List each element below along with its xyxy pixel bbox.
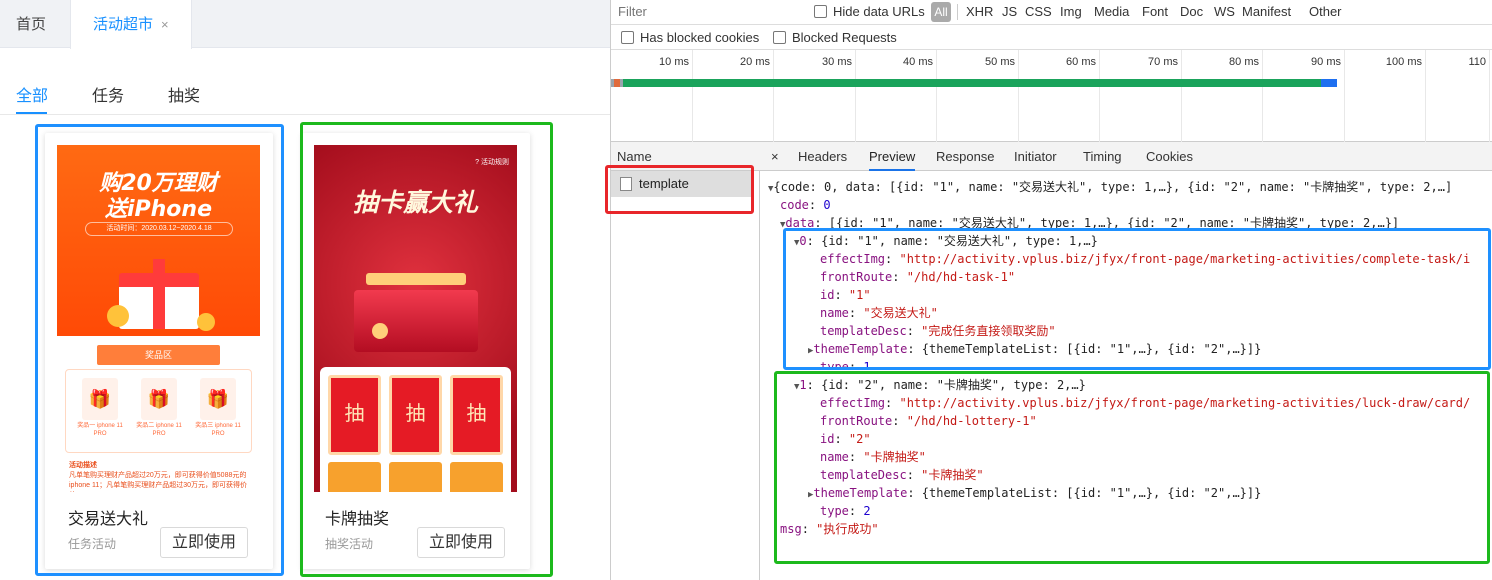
timeline-tick: 60 ms (1066, 50, 1100, 143)
tab-home[interactable]: 首页 (0, 0, 62, 48)
tab-response[interactable]: Response (936, 142, 995, 171)
has-blocked-cookies-checkbox[interactable] (621, 31, 634, 44)
tick-label: 100 ms (1385, 56, 1422, 68)
filter-xhr[interactable]: XHR (966, 4, 993, 19)
has-blocked-cookies-label: Has blocked cookies (640, 30, 760, 45)
tick-label: 40 ms (903, 56, 933, 68)
tab-headers[interactable]: Headers (798, 142, 847, 171)
tick-label: 50 ms (985, 56, 1015, 68)
highlight-green (774, 371, 1490, 564)
json-code-row: code: 0 (780, 198, 831, 212)
filter-ws[interactable]: WS (1214, 4, 1235, 19)
timeline-bar-stalled (614, 79, 620, 87)
filter-img[interactable]: Img (1060, 4, 1082, 19)
timeline-tick: 110 (1468, 50, 1490, 143)
timeline-tick: 50 ms (985, 50, 1019, 143)
tab-activity-market[interactable]: 活动超市 × (70, 0, 192, 49)
filter-all[interactable]: All (931, 2, 951, 22)
json-root-row[interactable]: ▼{code: 0, data: [{id: "1", name: "交易送大礼… (768, 178, 1452, 198)
highlight-green (300, 122, 553, 577)
filter-css[interactable]: CSS (1025, 4, 1052, 19)
timeline-tick: 30 ms (822, 50, 856, 143)
tab-preview[interactable]: Preview (869, 142, 916, 171)
filter-doc[interactable]: Doc (1180, 4, 1203, 19)
timeline-bar-download (1321, 79, 1337, 87)
timeline-overview[interactable]: 10 ms 20 ms 30 ms 40 ms 50 ms 60 ms 70 m… (611, 49, 1492, 143)
tick-label: 110 (1468, 56, 1486, 68)
hide-data-urls-label: Hide data URLs (833, 4, 925, 19)
tick-label: 90 ms (1311, 56, 1341, 68)
top-tab-bar: 首页 活动超市 × (0, 0, 610, 49)
filter-font[interactable]: Font (1142, 4, 1168, 19)
blocked-requests-label: Blocked Requests (792, 30, 897, 45)
filter-js[interactable]: JS (1002, 4, 1017, 19)
subtab-task[interactable]: 任务 (92, 82, 124, 106)
tab-activity-market-label: 活动超市 (93, 16, 154, 33)
timeline-tick: 80 ms (1229, 50, 1263, 143)
json-value: 0 (823, 198, 831, 212)
subtab-lottery[interactable]: 抽奖 (168, 82, 200, 106)
divider (0, 114, 610, 115)
filter-media[interactable]: Media (1094, 4, 1129, 19)
tick-label: 20 ms (740, 56, 770, 68)
activity-market-panel: 首页 活动超市 × 全部 任务 抽奖 购20万理财 送iPhone 活动时间：20… (0, 0, 611, 580)
tab-timing[interactable]: Timing (1083, 142, 1122, 171)
tick-label: 30 ms (822, 56, 852, 68)
hide-data-urls-checkbox[interactable] (814, 5, 827, 18)
timeline-tick: 70 ms (1148, 50, 1182, 143)
tick-label: 70 ms (1148, 56, 1178, 68)
json-root: {code: 0, data: [{id: "1", name: "交易送大礼"… (773, 180, 1453, 194)
tick-label: 80 ms (1229, 56, 1259, 68)
subtab-all[interactable]: 全部 (16, 82, 48, 106)
timeline-bar-waiting (623, 79, 1321, 87)
tab-initiator[interactable]: Initiator (1014, 142, 1057, 171)
blocked-requests-checkbox[interactable] (773, 31, 786, 44)
highlight-blue (35, 124, 284, 576)
highlight-blue (783, 228, 1491, 370)
tab-home-label: 首页 (16, 16, 47, 33)
tick-label: 10 ms (659, 56, 689, 68)
detail-tab-bar: × Headers Preview Response Initiator Tim… (760, 142, 1492, 171)
filter-input[interactable] (611, 0, 796, 24)
json-key: code (780, 198, 809, 212)
filter-other[interactable]: Other (1309, 4, 1342, 19)
tab-cookies[interactable]: Cookies (1146, 142, 1193, 171)
devtools-network-panel: Hide data URLs All XHR JS CSS Img Media … (605, 0, 1492, 580)
timeline-tick: 20 ms (740, 50, 774, 143)
tick-label: 60 ms (1066, 56, 1096, 68)
timeline-tick: 90 ms (1311, 50, 1345, 143)
filter-manifest[interactable]: Manifest (1242, 4, 1291, 19)
timeline-tick: 40 ms (903, 50, 937, 143)
filter-bar: Hide data URLs All XHR JS CSS Img Media … (611, 0, 1492, 25)
close-icon[interactable]: × (161, 17, 169, 32)
divider (957, 4, 958, 20)
close-detail-icon[interactable]: × (771, 142, 779, 171)
timeline-tick: 10 ms (659, 50, 693, 143)
highlight-red (605, 165, 754, 214)
